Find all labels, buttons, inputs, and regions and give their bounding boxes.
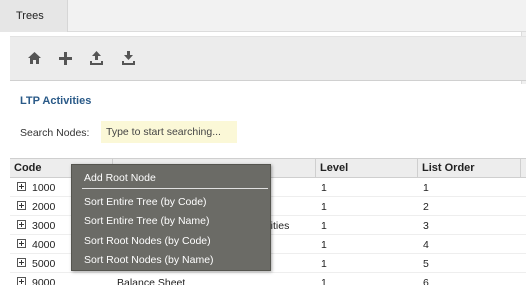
- download-button[interactable]: [120, 50, 136, 66]
- expand-icon[interactable]: [17, 182, 26, 191]
- download-icon: [121, 50, 135, 65]
- row-code: 1000: [32, 182, 56, 194]
- menu-item-sort-tree-by-name[interactable]: Sort Entire Tree (by Name): [84, 215, 209, 227]
- row-level: 1: [321, 220, 327, 232]
- row-list-order: 5: [423, 258, 429, 270]
- expand-icon[interactable]: [17, 239, 26, 248]
- panel-title: LTP Activities: [20, 95, 92, 107]
- column-header-list-order[interactable]: List Order: [418, 159, 521, 177]
- search-input[interactable]: [101, 121, 237, 143]
- row-code: 4000: [32, 239, 56, 251]
- row-level: 1: [321, 182, 327, 194]
- menu-item-add-root-node[interactable]: Add Root Node: [84, 172, 156, 184]
- home-icon: [27, 52, 41, 64]
- row-code: 2000: [32, 201, 56, 213]
- row-name: Balance Sheet: [117, 277, 186, 285]
- toolbar: [10, 36, 526, 81]
- upload-button[interactable]: [88, 50, 104, 66]
- context-menu: Add Root Node Sort Entire Tree (by Code)…: [71, 164, 271, 271]
- expand-icon[interactable]: [17, 220, 26, 229]
- row-code: 3000: [32, 220, 56, 232]
- row-level: 1: [321, 239, 327, 251]
- row-list-order: 4: [423, 239, 429, 251]
- menu-item-sort-root-by-code[interactable]: Sort Root Nodes (by Code): [84, 235, 211, 247]
- column-header-level[interactable]: Level: [316, 159, 418, 177]
- tab-trees[interactable]: Trees: [0, 0, 68, 32]
- row-level: 1: [321, 201, 327, 213]
- row-level: 1: [321, 258, 327, 270]
- expand-icon[interactable]: [17, 201, 26, 210]
- add-icon: [58, 51, 72, 65]
- menu-divider: [82, 188, 268, 189]
- menu-item-sort-tree-by-code[interactable]: Sort Entire Tree (by Code): [84, 196, 207, 208]
- row-list-order: 3: [423, 220, 429, 232]
- search-label: Search Nodes:: [20, 127, 90, 139]
- upload-icon: [89, 50, 103, 65]
- row-list-order: 1: [423, 182, 429, 194]
- menu-item-sort-root-by-name[interactable]: Sort Root Nodes (by Name): [84, 254, 214, 266]
- row-code: 9000: [32, 277, 56, 285]
- home-button[interactable]: [26, 50, 42, 66]
- row-list-order: 2: [423, 201, 429, 213]
- row-level: 1: [321, 277, 327, 285]
- row-code: 5000: [32, 258, 56, 270]
- expand-icon[interactable]: [17, 277, 26, 285]
- table-row[interactable]: 9000 Balance Sheet 1 6: [10, 273, 526, 285]
- add-button[interactable]: [57, 50, 73, 66]
- tab-bar: Trees: [0, 0, 526, 32]
- row-list-order: 6: [423, 277, 429, 285]
- expand-icon[interactable]: [17, 258, 26, 267]
